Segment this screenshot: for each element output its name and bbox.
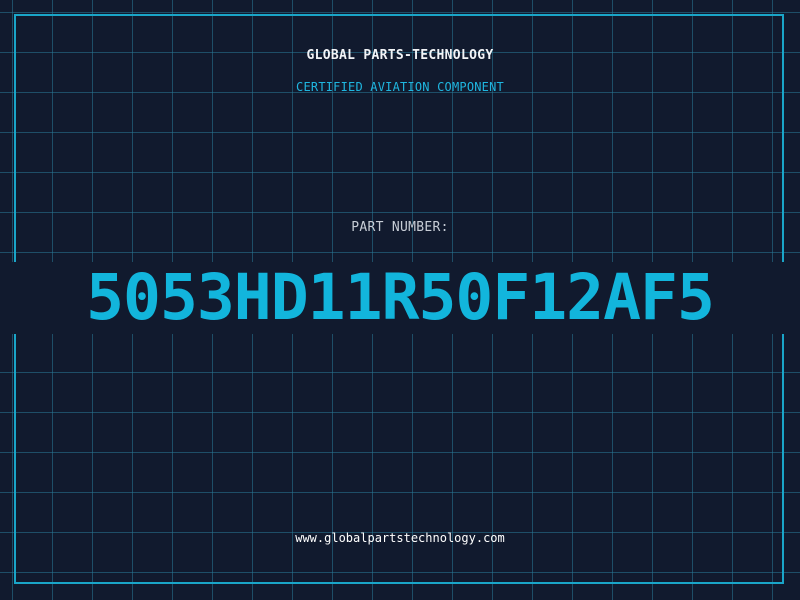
certification-subtitle: CERTIFIED AVIATION COMPONENT: [296, 80, 504, 94]
company-name: GLOBAL PARTS-TECHNOLOGY: [306, 48, 494, 63]
part-number-label: PART NUMBER:: [351, 220, 449, 235]
website-url[interactable]: www.globalpartstechnology.com: [0, 531, 800, 545]
part-number-value: 5053HD11R50F12AF5: [86, 261, 715, 334]
